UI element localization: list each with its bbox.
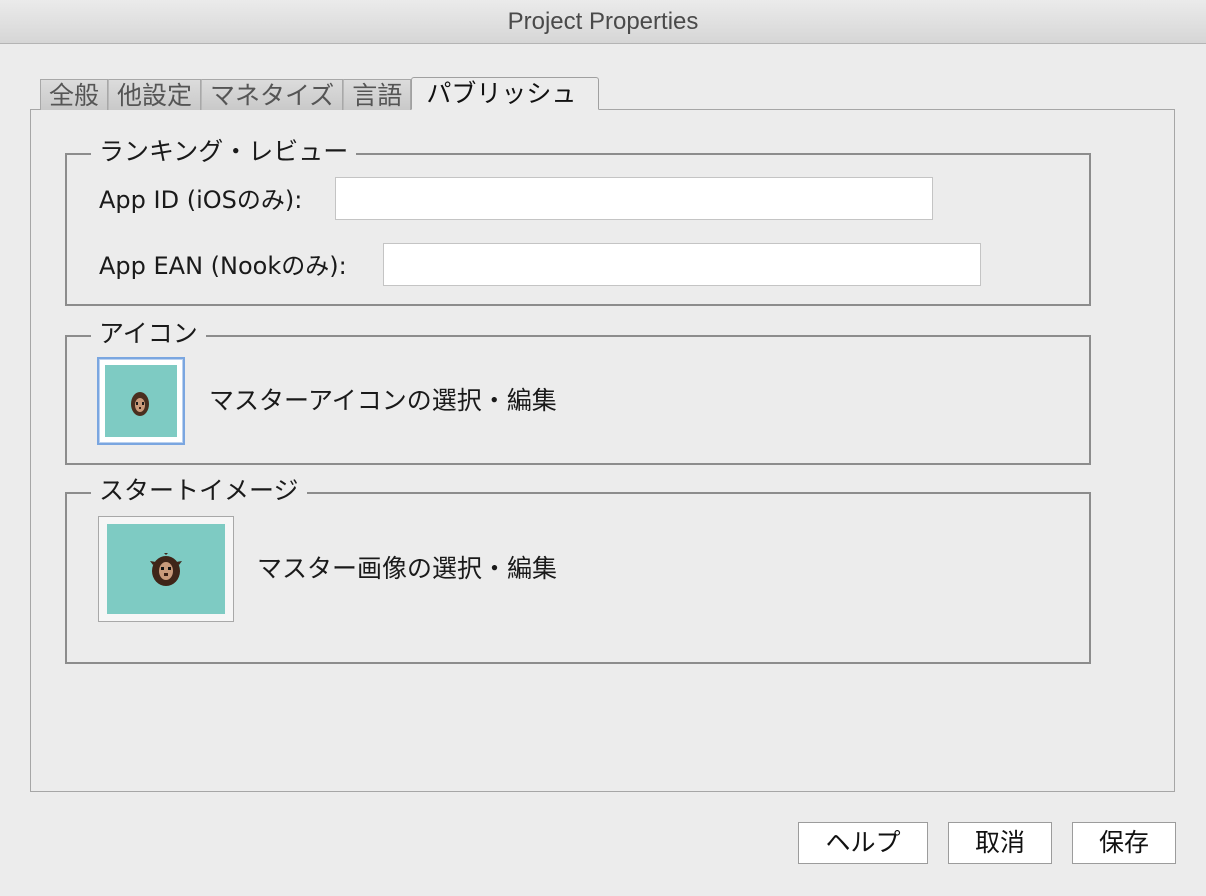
icon-legend: アイコン: [91, 316, 206, 352]
tab-other-settings[interactable]: 他設定: [108, 79, 202, 110]
hedgehog-icon: [150, 553, 182, 586]
master-icon-button[interactable]: [97, 357, 185, 445]
app-id-input[interactable]: [335, 177, 933, 220]
tab-general[interactable]: 全般: [40, 79, 109, 110]
hedgehog-icon: [131, 392, 149, 416]
tab-publish[interactable]: パブリッシュ: [411, 77, 600, 110]
start-image-group: スタートイメージ マスター画像の選択・編集: [65, 473, 1091, 664]
tab-panel: ランキング・レビュー App ID (iOSのみ): App EAN (Nook…: [30, 109, 1175, 792]
ranking-review-group: ランキング・レビュー App ID (iOSのみ): App EAN (Nook…: [65, 134, 1091, 306]
tab-language[interactable]: 言語: [343, 79, 412, 110]
tab-monetize[interactable]: マネタイズ: [201, 79, 344, 110]
master-icon-label[interactable]: マスターアイコンの選択・編集: [209, 386, 557, 416]
master-image-button[interactable]: [98, 516, 234, 622]
app-id-label: App ID (iOSのみ):: [99, 186, 303, 214]
app-ean-input[interactable]: [383, 243, 981, 286]
icon-group: アイコン マスターアイコンの選択・編集: [65, 316, 1091, 465]
start-image-legend: スタートイメージ: [91, 473, 307, 509]
master-icon-thumbnail: [105, 365, 177, 437]
save-button[interactable]: 保存: [1072, 822, 1176, 864]
help-button[interactable]: ヘルプ: [798, 822, 928, 864]
master-image-thumbnail: [107, 524, 225, 614]
tab-bar: 全般 他設定 マネタイズ 言語 パブリッシュ: [40, 77, 600, 110]
ranking-review-legend: ランキング・レビュー: [91, 134, 357, 170]
window-title: Project Properties: [0, 0, 1206, 44]
master-image-label[interactable]: マスター画像の選択・編集: [257, 554, 557, 584]
app-ean-label: App EAN (Nookのみ):: [99, 252, 347, 280]
cancel-button[interactable]: 取消: [948, 822, 1052, 864]
